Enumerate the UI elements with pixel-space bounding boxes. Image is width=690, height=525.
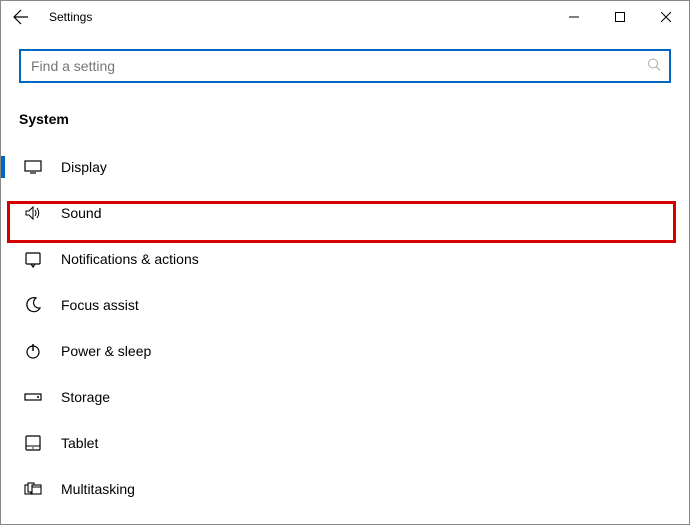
search-input[interactable] xyxy=(19,49,671,83)
storage-icon xyxy=(23,388,43,406)
speaker-icon xyxy=(23,204,43,222)
maximize-button[interactable] xyxy=(597,1,643,33)
nav-item-focus-assist[interactable]: Focus assist xyxy=(19,283,671,327)
nav-label: Power & sleep xyxy=(61,343,151,359)
search-icon xyxy=(647,58,661,75)
titlebar: Settings xyxy=(1,1,689,33)
window-controls xyxy=(551,1,689,33)
back-arrow-icon xyxy=(13,9,29,25)
minimize-button[interactable] xyxy=(551,1,597,33)
nav-label: Focus assist xyxy=(61,297,139,313)
nav-list: Display Sound Notifications & actions Fo… xyxy=(19,141,671,511)
multitask-icon xyxy=(23,480,43,498)
nav-item-display[interactable]: Display xyxy=(19,145,671,189)
power-icon xyxy=(23,342,43,360)
close-icon xyxy=(661,12,671,22)
window-title: Settings xyxy=(49,10,92,24)
nav-label: Multitasking xyxy=(61,481,135,497)
back-button[interactable] xyxy=(1,1,41,33)
section-title: System xyxy=(19,111,671,127)
nav-label: Storage xyxy=(61,389,110,405)
nav-item-multitasking[interactable]: Multitasking xyxy=(19,467,671,511)
nav-item-storage[interactable]: Storage xyxy=(19,375,671,419)
nav-item-tablet[interactable]: Tablet xyxy=(19,421,671,465)
notification-icon xyxy=(23,250,43,268)
nav-label: Tablet xyxy=(61,435,98,451)
nav-label: Notifications & actions xyxy=(61,251,199,267)
monitor-icon xyxy=(23,158,43,176)
maximize-icon xyxy=(615,12,625,22)
nav-item-notifications[interactable]: Notifications & actions xyxy=(19,237,671,281)
content-area: System Display Sound Notifications & act… xyxy=(1,49,689,511)
search-container xyxy=(19,49,671,83)
active-indicator xyxy=(1,156,5,178)
nav-item-sound[interactable]: Sound xyxy=(19,191,671,235)
tablet-icon xyxy=(23,434,43,452)
minimize-icon xyxy=(569,12,579,22)
close-button[interactable] xyxy=(643,1,689,33)
nav-label: Sound xyxy=(61,205,101,221)
nav-item-power-sleep[interactable]: Power & sleep xyxy=(19,329,671,373)
nav-label: Display xyxy=(61,159,107,175)
moon-icon xyxy=(23,296,43,314)
